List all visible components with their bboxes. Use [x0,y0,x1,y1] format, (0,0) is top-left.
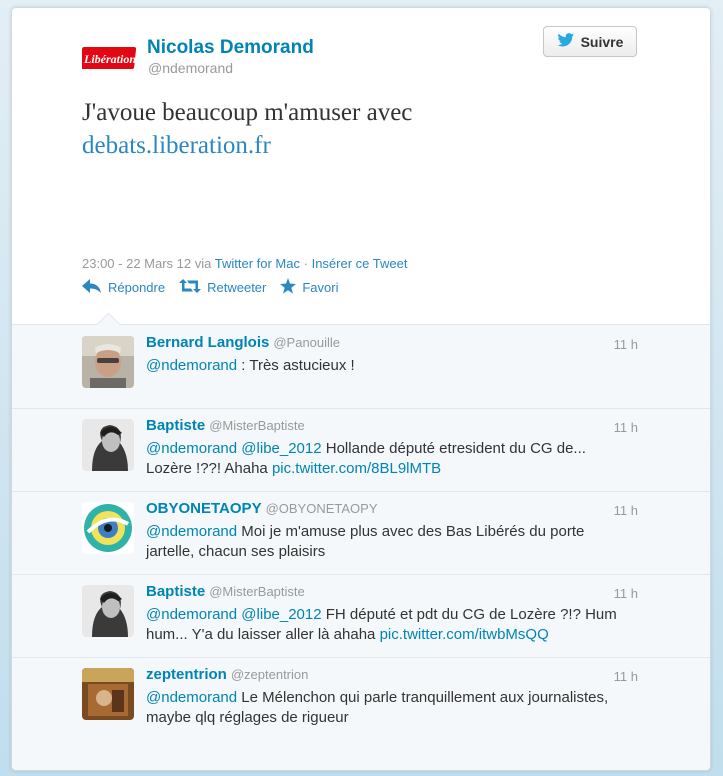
reply-author-handle: @MisterBaptiste [209,418,305,433]
reply-author-handle: @zeptentrion [230,667,309,682]
mention-link[interactable]: @ndemorand [146,440,237,457]
follow-label: Suivre [580,33,624,50]
avatar[interactable] [82,336,134,388]
reply-icon [82,279,102,296]
reply-text: @ndemorand Le Mélenchon qui parle tranqu… [146,688,626,728]
favorite-action[interactable]: Favori [280,278,338,297]
tweet-meta: 23:00 - 22 Mars 12 via Twitter for Mac ·… [82,256,407,271]
reply-body: : Très astucieux ! [237,357,355,374]
retweet-icon [179,279,202,296]
author-name[interactable]: Nicolas Demorand [147,37,314,59]
logo-text: Libération [83,52,136,66]
follow-button[interactable]: Suivre [543,26,637,57]
list-item[interactable]: zeptentrion @zeptentrion 11 h @ndemorand … [12,657,710,740]
reply-author-handle: @MisterBaptiste [209,584,305,599]
reply-label: Répondre [108,280,166,295]
tweet-actions: Répondre Retweeter Favori [82,278,338,297]
reply-author[interactable]: OBYONETAOPY @OBYONETAOPY [146,500,378,517]
liberation-logo[interactable]: Libération [80,40,138,78]
author-handle[interactable]: @ndemorand [148,60,233,76]
list-item[interactable]: OBYONETAOPY @OBYONETAOPY 11 h @ndemorand … [12,491,710,575]
reply-author[interactable]: zeptentrion @zeptentrion [146,666,308,683]
reply-time[interactable]: 11 h [614,669,638,684]
tweet-card: Libération Nicolas Demorand @ndemorand S… [11,7,711,771]
pic-link[interactable]: pic.twitter.com/8BL9lMTB [272,460,441,477]
avatar[interactable] [82,419,134,471]
tweet-text: J'avoue beaucoup m'amuser avec debats.li… [82,96,642,162]
reply-author-handle: @OBYONETAOPY [265,501,378,516]
pic-link[interactable]: pic.twitter.com/itwbMsQQ [380,626,549,643]
reply-author-handle: @Panouille [273,335,341,350]
reply-author-name: OBYONETAOPY [146,500,262,517]
reply-author[interactable]: Baptiste @MisterBaptiste [146,417,305,434]
bird-icon [557,33,575,50]
tweet-timestamp: 23:00 - 22 Mars 12 via [82,256,212,271]
list-item[interactable]: Baptiste @MisterBaptiste 11 h @ndemorand … [12,408,710,492]
reply-time[interactable]: 11 h [614,503,638,518]
embed-link[interactable]: Insérer ce Tweet [312,256,408,271]
tweet-text-line: J'avoue beaucoup m'amuser avec [82,99,413,126]
favorite-label: Favori [302,280,339,295]
reply-time[interactable]: 11 h [614,337,638,352]
list-item[interactable]: Bernard Langlois @Panouille 11 h @ndemora… [12,325,710,409]
tweet-link[interactable]: debats.liberation.fr [82,132,271,159]
reply-author-name: zeptentrion [146,666,227,683]
client-link[interactable]: Twitter for Mac [215,256,300,271]
reply-author-name: Baptiste [146,417,206,434]
mention-link[interactable]: @ndemorand [146,523,237,540]
list-item[interactable]: Baptiste @MisterBaptiste 11 h @ndemorand … [12,574,710,658]
mention-link[interactable]: @ndemorand [146,606,237,623]
mention-link[interactable]: @ndemorand [146,689,237,706]
reply-author-name: Bernard Langlois [146,334,270,351]
reply-author[interactable]: Baptiste @MisterBaptiste [146,583,305,600]
reply-text: @ndemorand Moi je m'amuse plus avec des … [146,522,626,562]
retweet-action[interactable]: Retweeter [179,279,266,296]
avatar[interactable] [82,585,134,637]
reply-author[interactable]: Bernard Langlois @Panouille [146,334,340,351]
avatar[interactable] [82,668,134,720]
mention-link[interactable]: @libe_2012 [241,606,321,623]
reply-text: @ndemorand @libe_2012 Hollande député et… [146,439,626,479]
reply-text: @ndemorand : Très astucieux ! [146,356,626,376]
mention-link[interactable]: @ndemorand [146,357,237,374]
main-tweet: Libération Nicolas Demorand @ndemorand S… [12,8,710,325]
reply-action[interactable]: Répondre [82,279,165,296]
reply-time[interactable]: 11 h [614,586,638,601]
reply-text: @ndemorand @libe_2012 FH député et pdt d… [146,605,626,645]
reply-author-name: Baptiste [146,583,206,600]
avatar[interactable] [82,502,134,554]
replies-list: Bernard Langlois @Panouille 11 h @ndemora… [12,325,710,770]
star-icon [280,278,297,297]
reply-time[interactable]: 11 h [614,420,638,435]
mention-link[interactable]: @libe_2012 [241,440,321,457]
retweet-label: Retweeter [207,280,267,295]
meta-separator: · [303,256,308,271]
